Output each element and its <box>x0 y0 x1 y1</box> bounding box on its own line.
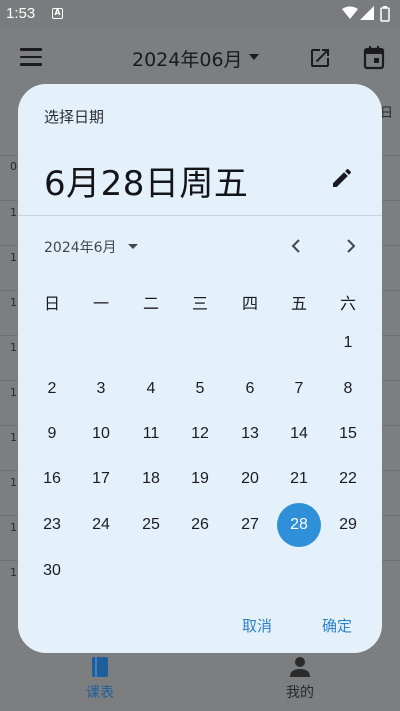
dialog-divider <box>18 215 382 216</box>
calendar-day[interactable]: 14 <box>277 412 321 456</box>
notification-app-icon: A <box>52 8 63 19</box>
calendar-day[interactable]: 18 <box>129 457 173 501</box>
weekday-header: 日 <box>43 294 60 313</box>
caret-down-icon[interactable] <box>249 54 259 60</box>
weekday-header: 六 <box>339 294 356 313</box>
calendar-day[interactable]: 22 <box>326 457 370 501</box>
calendar-day[interactable]: 26 <box>178 503 222 547</box>
calendar-day[interactable]: 19 <box>178 457 222 501</box>
weekday-header: 一 <box>92 294 109 313</box>
nav-item-schedule[interactable]: 课表 <box>60 656 140 702</box>
weekday-header: 五 <box>290 294 307 313</box>
app-title[interactable]: 2024年06月 <box>132 45 243 72</box>
background-row-number: 1 <box>10 251 17 264</box>
open-external-icon[interactable] <box>308 46 332 70</box>
signal-icon <box>360 6 374 20</box>
app-bar: 2024年06月 <box>0 28 400 88</box>
calendar-day[interactable]: 27 <box>228 503 272 547</box>
bottom-navigation: 课表 我的 <box>0 644 400 711</box>
month-year-selector[interactable]: 2024年6月 <box>44 237 117 257</box>
battery-icon <box>380 6 390 22</box>
selected-date-headline: 6月28日周五 <box>44 164 249 204</box>
calendar-day[interactable]: 9 <box>30 412 74 456</box>
status-bar: 1:53 A <box>0 0 400 28</box>
book-icon <box>92 657 108 677</box>
calendar-day[interactable]: 21 <box>277 457 321 501</box>
menu-icon[interactable] <box>20 48 42 66</box>
calendar-day[interactable]: 15 <box>326 412 370 456</box>
status-time: 1:53 <box>6 5 36 22</box>
weekday-header: 四 <box>241 294 258 313</box>
background-row-number: 1 <box>10 386 17 399</box>
calendar-day[interactable]: 5 <box>178 367 222 411</box>
calendar-day[interactable]: 1 <box>326 321 370 365</box>
background-row-number: 1 <box>10 566 17 579</box>
background-row-number: 1 <box>10 206 17 219</box>
calendar-day[interactable]: 23 <box>30 503 74 547</box>
calendar-day[interactable]: 16 <box>30 457 74 501</box>
cancel-button[interactable]: 取消 <box>242 615 272 636</box>
background-row-number: 1 <box>10 476 17 489</box>
chevron-right-icon[interactable] <box>341 237 359 255</box>
nav-schedule-label: 课表 <box>86 685 114 701</box>
weekday-header: 三 <box>191 294 208 313</box>
calendar-day[interactable]: 20 <box>228 457 272 501</box>
calendar-day-selected[interactable]: 28 <box>277 503 321 547</box>
weekday-header: 二 <box>142 294 159 313</box>
calendar-day[interactable]: 7 <box>277 367 321 411</box>
calendar-day[interactable]: 8 <box>326 367 370 411</box>
calendar-day[interactable]: 3 <box>79 367 123 411</box>
wifi-icon <box>342 6 358 19</box>
chevron-left-icon[interactable] <box>288 237 306 255</box>
background-row-number: 0 <box>10 160 17 173</box>
calendar-day[interactable]: 4 <box>129 367 173 411</box>
calendar-day[interactable]: 30 <box>30 549 74 593</box>
calendar-day[interactable]: 10 <box>79 412 123 456</box>
calendar-day[interactable]: 2 <box>30 367 74 411</box>
calendar-day[interactable]: 25 <box>129 503 173 547</box>
calendar-day[interactable]: 17 <box>79 457 123 501</box>
calendar-icon[interactable] <box>362 45 386 71</box>
dialog-label: 选择日期 <box>44 108 105 126</box>
nav-item-mine[interactable]: 我的 <box>260 656 340 702</box>
background-row-number: 1 <box>10 296 17 309</box>
nav-mine-label: 我的 <box>286 685 314 701</box>
background-row-number: 1 <box>10 341 17 354</box>
background-row-number: 1 <box>10 431 17 444</box>
edit-icon[interactable] <box>330 166 354 190</box>
date-picker-dialog: 选择日期 6月28日周五 2024年6月 日 一 二 三 四 五 六 12345… <box>18 84 382 653</box>
calendar-day[interactable]: 11 <box>129 412 173 456</box>
calendar-day[interactable]: 12 <box>178 412 222 456</box>
background-row-number: 1 <box>10 521 17 534</box>
calendar-day[interactable]: 6 <box>228 367 272 411</box>
calendar-day[interactable]: 24 <box>79 503 123 547</box>
calendar-day[interactable]: 29 <box>326 503 370 547</box>
calendar-day[interactable]: 13 <box>228 412 272 456</box>
person-icon <box>290 657 310 677</box>
confirm-button[interactable]: 确定 <box>322 615 352 636</box>
caret-down-icon[interactable] <box>128 244 138 249</box>
